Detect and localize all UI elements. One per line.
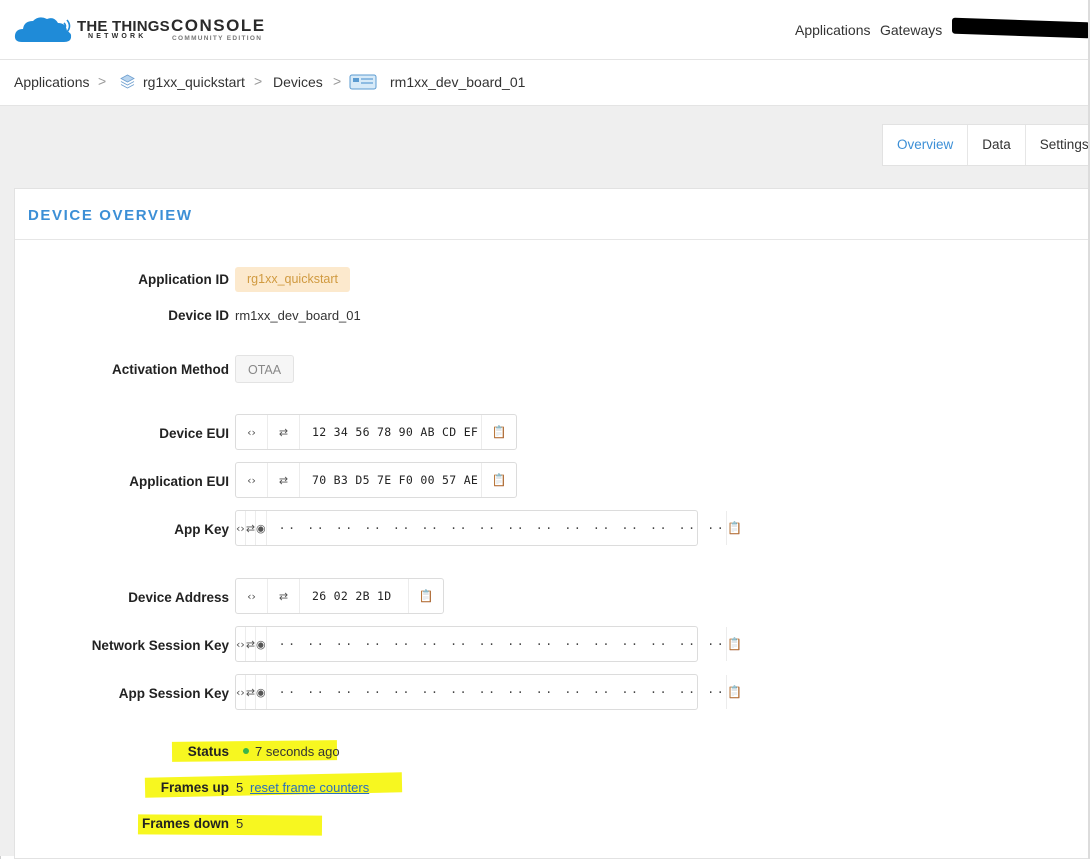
breadcrumb-separator: > bbox=[254, 73, 263, 89]
application-eui-value: 70 B3 D5 7E F0 00 57 AE bbox=[300, 463, 482, 497]
device-id-label: Device ID bbox=[168, 308, 229, 323]
frames-up-label: Frames up bbox=[160, 780, 229, 795]
show-key-eye-icon[interactable]: ◉ bbox=[256, 627, 267, 661]
app-session-key-field: ‹› ⇄ ◉ ·· ·· ·· ·· ·· ·· ·· ·· ·· ·· ·· … bbox=[235, 674, 742, 710]
frames-up-value: 5 bbox=[236, 780, 244, 795]
app-key-value: ·· ·· ·· ·· ·· ·· ·· ·· ·· ·· ·· ·· ·· ·… bbox=[267, 511, 728, 545]
breadcrumb-device[interactable]: rm1xx_dev_board_01 bbox=[390, 74, 525, 90]
tab-data[interactable]: Data bbox=[968, 125, 1026, 165]
card-header: DEVICE OVERVIEW bbox=[15, 189, 1090, 240]
network-session-key-label: Network Session Key bbox=[91, 638, 229, 653]
breadcrumb-separator: > bbox=[333, 73, 342, 89]
copy-clipboard-icon[interactable]: 📋 bbox=[727, 675, 742, 709]
status-label: Status bbox=[187, 744, 229, 759]
network-session-key-value: ·· ·· ·· ·· ·· ·· ·· ·· ·· ·· ·· ·· ·· ·… bbox=[267, 627, 728, 661]
show-key-eye-icon[interactable]: ◉ bbox=[256, 675, 267, 709]
device-eui-value: 12 34 56 78 90 AB CD EF bbox=[300, 415, 482, 449]
redacted-username[interactable] bbox=[952, 17, 1090, 39]
activation-method-label: Activation Method bbox=[112, 362, 229, 377]
device-address-label: Device Address bbox=[128, 590, 229, 605]
status-online-indicator bbox=[243, 748, 249, 754]
nav-gateways-link[interactable]: Gateways bbox=[880, 22, 942, 38]
byte-order-swap-icon[interactable]: ⇄ bbox=[246, 627, 257, 661]
status-value: 7 seconds ago bbox=[255, 744, 340, 759]
device-address-field: ‹› ⇄ 26 02 2B 1D 📋 bbox=[235, 578, 444, 614]
application-stack-icon bbox=[120, 74, 135, 89]
breadcrumb-application[interactable]: rg1xx_quickstart bbox=[143, 74, 245, 90]
app-session-key-value: ·· ·· ·· ·· ·· ·· ·· ·· ·· ·· ·· ·· ·· ·… bbox=[267, 675, 728, 709]
frames-down-value: 5 bbox=[236, 816, 244, 831]
breadcrumb-separator: > bbox=[98, 73, 107, 89]
code-toggle-icon[interactable]: ‹› bbox=[236, 627, 246, 661]
byte-order-swap-icon[interactable]: ⇄ bbox=[268, 579, 300, 613]
device-board-icon bbox=[349, 74, 377, 90]
console-edition: COMMUNITY EDITION bbox=[172, 35, 263, 42]
breadcrumb-devices[interactable]: Devices bbox=[273, 74, 323, 90]
copy-clipboard-icon[interactable]: 📋 bbox=[727, 511, 742, 545]
code-toggle-icon[interactable]: ‹› bbox=[236, 415, 268, 449]
breadcrumb: Applications > rg1xx_quickstart > Device… bbox=[0, 60, 1090, 106]
byte-order-swap-icon[interactable]: ⇄ bbox=[246, 511, 257, 545]
device-address-value: 26 02 2B 1D bbox=[300, 579, 409, 613]
application-id-label: Application ID bbox=[138, 272, 229, 287]
application-eui-field: ‹› ⇄ 70 B3 D5 7E F0 00 57 AE 📋 bbox=[235, 462, 517, 498]
top-header: THE THINGS NETWORK CONSOLE COMMUNITY EDI… bbox=[0, 0, 1090, 60]
frames-down-label: Frames down bbox=[141, 816, 229, 831]
console-title: CONSOLE bbox=[171, 16, 266, 35]
card-title: DEVICE OVERVIEW bbox=[28, 207, 193, 224]
ttn-cloud-logo-icon[interactable] bbox=[14, 14, 74, 44]
code-toggle-icon[interactable]: ‹› bbox=[236, 675, 246, 709]
app-key-field: ‹› ⇄ ◉ ·· ·· ·· ·· ·· ·· ·· ·· ·· ·· ·· … bbox=[235, 510, 742, 546]
copy-clipboard-icon[interactable]: 📋 bbox=[409, 579, 443, 613]
copy-clipboard-icon[interactable]: 📋 bbox=[482, 463, 516, 497]
tab-settings[interactable]: Settings bbox=[1026, 125, 1090, 165]
copy-clipboard-icon[interactable]: 📋 bbox=[482, 415, 516, 449]
reset-frame-counters-link[interactable]: reset frame counters bbox=[250, 780, 369, 795]
byte-order-swap-icon[interactable]: ⇄ bbox=[268, 463, 300, 497]
activation-method-tag: OTAA bbox=[235, 355, 295, 383]
device-eui-field: ‹› ⇄ 12 34 56 78 90 AB CD EF 📋 bbox=[235, 414, 517, 450]
network-session-key-field: ‹› ⇄ ◉ ·· ·· ·· ·· ·· ·· ·· ·· ·· ·· ·· … bbox=[235, 626, 742, 662]
app-session-key-label: App Session Key bbox=[118, 686, 229, 701]
code-toggle-icon[interactable]: ‹› bbox=[236, 511, 246, 545]
copy-clipboard-icon[interactable]: 📋 bbox=[727, 627, 742, 661]
show-key-eye-icon[interactable]: ◉ bbox=[256, 511, 267, 545]
device-eui-label: Device EUI bbox=[159, 426, 229, 441]
byte-order-swap-icon[interactable]: ⇄ bbox=[246, 675, 257, 709]
app-key-label: App Key bbox=[174, 522, 229, 537]
application-eui-label: Application EUI bbox=[129, 474, 229, 489]
device-tabs: Overview Data Settings bbox=[882, 124, 1090, 166]
tab-overview[interactable]: Overview bbox=[883, 125, 969, 165]
device-id-value: rm1xx_dev_board_01 bbox=[235, 308, 361, 323]
breadcrumb-applications[interactable]: Applications bbox=[14, 74, 90, 90]
brand-subname: NETWORK bbox=[88, 33, 147, 40]
code-toggle-icon[interactable]: ‹› bbox=[236, 463, 268, 497]
code-toggle-icon[interactable]: ‹› bbox=[236, 579, 268, 613]
nav-applications-link[interactable]: Applications bbox=[795, 22, 871, 38]
application-id-tag[interactable]: rg1xx_quickstart bbox=[235, 267, 351, 292]
byte-order-swap-icon[interactable]: ⇄ bbox=[268, 415, 300, 449]
